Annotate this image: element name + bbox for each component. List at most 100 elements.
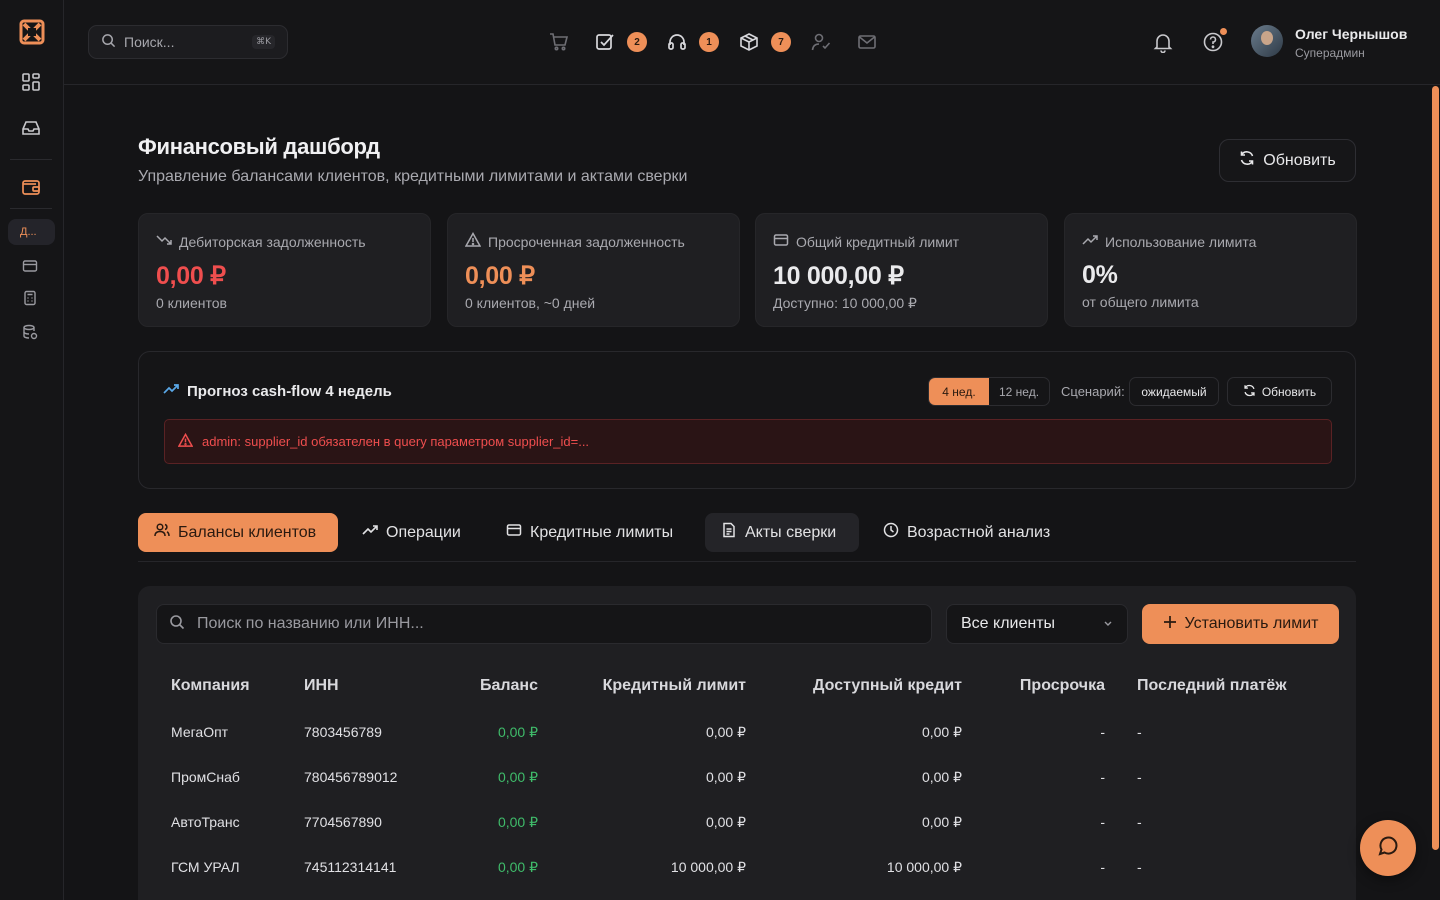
tasks-badge: 2 xyxy=(627,32,647,52)
cell-balance: 0,00 ₽ xyxy=(497,814,538,830)
set-limit-button[interactable]: Установить лимит xyxy=(1142,604,1339,644)
user-name[interactable]: Олег Чернышов xyxy=(1295,26,1407,42)
cart-icon[interactable] xyxy=(548,31,570,53)
search-shortcut: ⌘K xyxy=(252,35,275,49)
inbox-icon[interactable] xyxy=(19,116,43,140)
trending-up-icon xyxy=(1082,232,1098,251)
filter-value: Все клиенты xyxy=(961,615,1056,632)
trending-up-icon xyxy=(163,381,179,401)
error-alert: admin: supplier_id обязателен в query па… xyxy=(164,419,1332,464)
column-header[interactable]: ИНН xyxy=(304,677,339,695)
sidebar-item-dashboard[interactable]: Д... xyxy=(8,219,55,245)
table-search-input[interactable]: Поиск по названию или ИНН... xyxy=(197,615,424,633)
column-header[interactable]: Кредитный лимит xyxy=(576,677,746,695)
page-title: Финансовый дашборд xyxy=(138,134,380,159)
cell-credit-limit: 0,00 ₽ xyxy=(705,769,746,785)
kpi-subtext: Доступно: 10 000,00 ₽ xyxy=(773,295,917,311)
tab-client-balances[interactable]: Балансы клиентов xyxy=(138,513,338,552)
column-header[interactable]: Баланс xyxy=(438,677,538,695)
bell-icon[interactable] xyxy=(1152,31,1174,53)
cell-available-credit: 0,00 ₽ xyxy=(921,814,962,830)
packages-badge: 7 xyxy=(771,32,791,52)
kpi-limit-usage: Использование лимита 0% от общего лимита xyxy=(1064,213,1357,327)
refresh-label: Обновить xyxy=(1263,151,1336,169)
cell-company: ПромСнаб xyxy=(171,769,240,785)
tab-operations[interactable]: Операции xyxy=(346,513,477,552)
cell-balance: 0,00 ₽ xyxy=(497,724,538,740)
column-header[interactable]: Доступный кредит xyxy=(781,677,962,695)
wallet-icon[interactable] xyxy=(19,175,43,199)
user-check-icon[interactable] xyxy=(810,31,832,53)
kpi-value: 0,00 ₽ xyxy=(465,262,535,290)
chat-icon xyxy=(1376,834,1400,862)
document-icon xyxy=(721,522,737,543)
column-header[interactable]: Просрочка xyxy=(994,677,1105,695)
logo-icon[interactable] xyxy=(18,18,46,46)
cell-inn: 7803456789 xyxy=(304,724,382,740)
search-icon xyxy=(101,33,116,52)
kpi-credit-limit: Общий кредитный лимит 10 000,00 ₽ Доступ… xyxy=(755,213,1048,327)
client-filter-select[interactable]: Все клиенты xyxy=(946,604,1128,644)
cell-last-payment: - xyxy=(1137,859,1142,875)
tab-label: Балансы клиентов xyxy=(178,523,317,541)
credit-card-icon xyxy=(773,232,789,251)
cell-company: ГСМ УРАЛ xyxy=(171,859,240,875)
calculator-icon[interactable] xyxy=(21,289,39,307)
scrollbar-thumb[interactable] xyxy=(1432,86,1439,850)
cell-balance: 0,00 ₽ xyxy=(497,859,538,875)
main-content: Финансовый дашборд Управление балансами … xyxy=(64,86,1430,900)
database-icon[interactable] xyxy=(21,323,39,341)
cashflow-refresh-button[interactable]: Обновить xyxy=(1227,377,1332,406)
refresh-icon xyxy=(1239,150,1255,171)
cell-overdue: - xyxy=(1100,814,1105,830)
mail-icon[interactable] xyxy=(856,31,878,53)
period-option-4w[interactable]: 4 нед. xyxy=(929,378,989,405)
cell-credit-limit: 0,00 ₽ xyxy=(705,724,746,740)
cell-overdue: - xyxy=(1100,769,1105,785)
column-header[interactable]: Компания xyxy=(171,677,250,695)
support-badge: 1 xyxy=(699,32,719,52)
global-search[interactable]: Поиск... ⌘K xyxy=(88,25,288,59)
chat-button[interactable] xyxy=(1360,820,1416,876)
kpi-value: 0% xyxy=(1082,261,1118,289)
clock-icon xyxy=(883,522,899,543)
table-row[interactable]: ГСМ УРАЛ 745112314141 0,00 ₽ 10 000,00 ₽… xyxy=(138,845,1356,890)
search-icon xyxy=(169,614,185,635)
help-notification-dot xyxy=(1220,28,1227,35)
refresh-button[interactable]: Обновить xyxy=(1219,139,1356,182)
column-header[interactable]: Последний платёж xyxy=(1137,677,1287,695)
cell-inn: 745112314141 xyxy=(304,859,397,875)
cell-overdue: - xyxy=(1100,859,1105,875)
kpi-label: Просроченная задолженность xyxy=(488,233,685,250)
table-row[interactable]: АвтоТранс 7704567890 0,00 ₽ 0,00 ₽ 0,00 … xyxy=(138,800,1356,845)
search-input[interactable]: Поиск... xyxy=(124,34,252,50)
kpi-label: Использование лимита xyxy=(1105,233,1257,250)
period-option-12w[interactable]: 12 нед. xyxy=(989,378,1049,405)
kpi-label: Общий кредитный лимит xyxy=(796,233,960,250)
tab-credit-limits[interactable]: Кредитные лимиты xyxy=(490,513,689,552)
page-subtitle: Управление балансами клиентов, кредитным… xyxy=(138,168,688,185)
tab-aging-analysis[interactable]: Возрастной анализ xyxy=(867,513,1066,552)
table-search[interactable]: Поиск по названию или ИНН... xyxy=(156,604,932,644)
warning-icon xyxy=(464,231,482,251)
cell-inn: 7704567890 xyxy=(304,814,382,830)
table-row[interactable]: МегаОпт 7803456789 0,00 ₽ 0,00 ₽ 0,00 ₽ … xyxy=(138,710,1356,755)
cell-last-payment: - xyxy=(1137,724,1142,740)
avatar[interactable] xyxy=(1251,25,1283,57)
sidebar-divider xyxy=(10,208,52,209)
cell-company: АвтоТранс xyxy=(171,814,240,830)
cell-company: МегаОпт xyxy=(171,724,229,740)
table-row[interactable]: ПромСнаб 780456789012 0,00 ₽ 0,00 ₽ 0,00… xyxy=(138,755,1356,800)
credit-card-icon[interactable] xyxy=(21,257,39,275)
scenario-select[interactable]: ожидаемый xyxy=(1129,377,1219,406)
period-toggle[interactable]: 4 нед. 12 нед. xyxy=(928,377,1050,406)
tab-label: Возрастной анализ xyxy=(907,523,1051,541)
cell-credit-limit: 0,00 ₽ xyxy=(705,814,746,830)
dashboard-grid-icon[interactable] xyxy=(19,70,43,94)
headset-icon[interactable] xyxy=(666,31,688,53)
cell-last-payment: - xyxy=(1137,814,1142,830)
package-icon[interactable] xyxy=(738,31,760,53)
tab-reconciliation-acts[interactable]: Акты сверки xyxy=(705,513,859,552)
tasks-icon[interactable] xyxy=(594,31,616,53)
cell-last-payment: - xyxy=(1137,769,1142,785)
